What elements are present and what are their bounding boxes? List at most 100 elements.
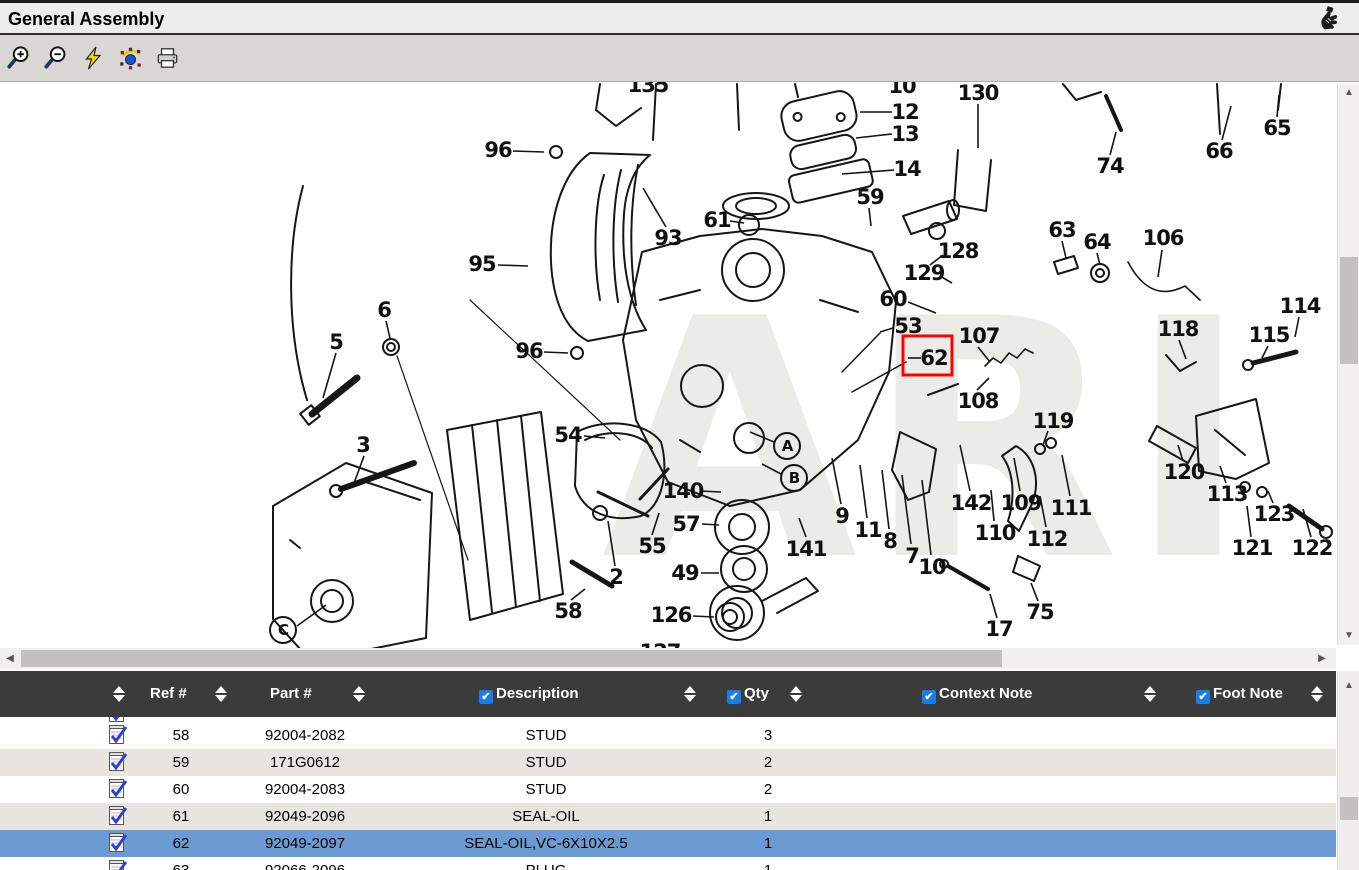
callout-96[interactable]: 96 bbox=[484, 138, 512, 162]
callout-60[interactable]: 60 bbox=[879, 287, 907, 311]
hotspot-graphic-icon[interactable] bbox=[116, 44, 144, 72]
table-row-63[interactable]: 6392066-2096PLUG1 bbox=[0, 857, 1336, 870]
qty-checkbox[interactable]: ✔ bbox=[727, 690, 741, 704]
callout-120[interactable]: 120 bbox=[1164, 460, 1205, 484]
exploded-diagram[interactable]: ARI bbox=[0, 82, 1337, 648]
callout-12[interactable]: 12 bbox=[891, 100, 918, 124]
callout-93[interactable]: 93 bbox=[654, 226, 681, 250]
callout-140[interactable]: 140 bbox=[663, 479, 704, 503]
printer-icon[interactable] bbox=[153, 44, 181, 72]
callout-53[interactable]: 53 bbox=[894, 314, 921, 338]
callout-112[interactable]: 112 bbox=[1027, 527, 1068, 551]
diagram-vertical-scrollbar[interactable]: ▲ ▼ bbox=[1337, 84, 1359, 645]
callout-14[interactable]: 14 bbox=[893, 157, 921, 181]
diagram-horizontal-scrollbar[interactable]: ◀ ▶ bbox=[0, 648, 1336, 669]
callout-127[interactable]: 127 bbox=[640, 640, 681, 648]
callout-B[interactable]: B bbox=[789, 469, 800, 487]
scroll-down-icon[interactable]: ▼ bbox=[1338, 627, 1359, 645]
diagram-hscroll-thumb[interactable] bbox=[21, 650, 1002, 667]
notes-icon[interactable] bbox=[106, 724, 128, 746]
notes-icon[interactable] bbox=[106, 805, 128, 827]
sort-arrows[interactable] bbox=[1144, 686, 1156, 702]
callout-57[interactable]: 57 bbox=[672, 512, 699, 536]
callout-10[interactable]: 10 bbox=[888, 82, 916, 98]
callout-65[interactable]: 65 bbox=[1263, 116, 1291, 140]
callout-121[interactable]: 121 bbox=[1232, 536, 1273, 560]
callout-13[interactable]: 13 bbox=[891, 122, 918, 146]
notes-icon[interactable] bbox=[106, 832, 128, 854]
callout-114[interactable]: 114 bbox=[1280, 294, 1321, 318]
callout-96[interactable]: 96 bbox=[515, 339, 543, 363]
callout-5[interactable]: 5 bbox=[329, 330, 343, 354]
scroll-up-icon[interactable]: ▲ bbox=[1338, 84, 1359, 102]
sort-arrows[interactable] bbox=[215, 686, 227, 702]
callout-75[interactable]: 75 bbox=[1026, 600, 1054, 624]
callout-142[interactable]: 142 bbox=[951, 491, 992, 515]
callout-130[interactable]: 130 bbox=[958, 82, 999, 105]
table-row-62[interactable]: 6292049-2097SEAL-OIL,VC-6X10X2.51 bbox=[0, 830, 1336, 857]
context-note-checkbox[interactable]: ✔ bbox=[922, 690, 936, 704]
callout-A[interactable]: A bbox=[782, 437, 794, 455]
sort-arrows[interactable] bbox=[1311, 686, 1323, 702]
callout-119[interactable]: 119 bbox=[1033, 409, 1074, 433]
zoom-in-icon[interactable] bbox=[5, 44, 33, 72]
lightning-icon[interactable] bbox=[79, 44, 107, 72]
scroll-left-icon[interactable]: ◀ bbox=[0, 648, 20, 669]
callout-95[interactable]: 95 bbox=[468, 252, 496, 276]
foot-note-checkbox[interactable]: ✔ bbox=[1196, 690, 1210, 704]
callout-74[interactable]: 74 bbox=[1096, 154, 1124, 178]
callout-110[interactable]: 110 bbox=[975, 521, 1016, 545]
callout-C[interactable]: C bbox=[278, 621, 289, 639]
sort-arrows[interactable] bbox=[353, 686, 365, 702]
callout-64[interactable]: 64 bbox=[1083, 230, 1111, 254]
callout-63[interactable]: 63 bbox=[1048, 218, 1075, 242]
callout-109[interactable]: 109 bbox=[1001, 491, 1042, 515]
table-row-61[interactable]: 6192049-2096SEAL-OIL1 bbox=[0, 803, 1336, 830]
sort-arrows[interactable] bbox=[113, 686, 125, 702]
hand-icon[interactable] bbox=[1317, 6, 1341, 32]
callout-7[interactable]: 7 bbox=[905, 544, 919, 568]
callout-66[interactable]: 66 bbox=[1205, 139, 1233, 163]
callout-111[interactable]: 111 bbox=[1051, 496, 1092, 520]
notes-icon[interactable] bbox=[106, 859, 128, 870]
callout-3[interactable]: 3 bbox=[356, 433, 370, 457]
callout-9[interactable]: 9 bbox=[835, 504, 849, 528]
callout-61[interactable]: 61 bbox=[703, 208, 731, 232]
sort-arrows[interactable] bbox=[684, 686, 696, 702]
callout-10[interactable]: 10 bbox=[918, 555, 946, 579]
sort-arrows[interactable] bbox=[790, 686, 802, 702]
callout-108[interactable]: 108 bbox=[958, 389, 999, 413]
table-vscroll-thumb[interactable] bbox=[1340, 797, 1358, 820]
table-vertical-scrollbar[interactable]: ▲ bbox=[1337, 671, 1359, 870]
callout-106[interactable]: 106 bbox=[1143, 226, 1184, 250]
callout-6[interactable]: 6 bbox=[377, 298, 391, 322]
callout-135[interactable]: 135 bbox=[628, 82, 669, 97]
callout-118[interactable]: 118 bbox=[1158, 317, 1199, 341]
description-checkbox[interactable]: ✔ bbox=[479, 690, 493, 704]
callout-17[interactable]: 17 bbox=[985, 617, 1012, 641]
callout-107[interactable]: 107 bbox=[959, 324, 1000, 348]
diagram-vscroll-thumb[interactable] bbox=[1340, 257, 1358, 364]
callout-55[interactable]: 55 bbox=[638, 534, 666, 558]
scroll-right-icon[interactable]: ▶ bbox=[1312, 648, 1332, 669]
callout-49[interactable]: 49 bbox=[671, 561, 699, 585]
callout-129[interactable]: 129 bbox=[904, 261, 945, 285]
callout-128[interactable]: 128 bbox=[938, 239, 979, 263]
callout-54[interactable]: 54 bbox=[554, 423, 582, 447]
table-row-59[interactable]: 59171G0612STUD2 bbox=[0, 749, 1336, 776]
callout-122[interactable]: 122 bbox=[1292, 536, 1333, 560]
callout-123[interactable]: 123 bbox=[1254, 502, 1295, 526]
callout-58[interactable]: 58 bbox=[554, 599, 582, 623]
callout-59[interactable]: 59 bbox=[856, 185, 884, 209]
table-row-60[interactable]: 6092004-2083STUD2 bbox=[0, 776, 1336, 803]
callout-11[interactable]: 11 bbox=[854, 518, 882, 542]
callout-2[interactable]: 2 bbox=[609, 565, 623, 589]
callout-8[interactable]: 8 bbox=[883, 529, 897, 553]
scroll-up-icon[interactable]: ▲ bbox=[1338, 677, 1359, 695]
callout-62[interactable]: 62 bbox=[920, 346, 947, 370]
notes-icon[interactable] bbox=[106, 751, 128, 773]
callout-126[interactable]: 126 bbox=[651, 603, 692, 627]
table-row-58[interactable]: 5892004-2082STUD3 bbox=[0, 722, 1336, 749]
zoom-out-icon[interactable] bbox=[42, 44, 70, 72]
callout-113[interactable]: 113 bbox=[1207, 482, 1248, 506]
